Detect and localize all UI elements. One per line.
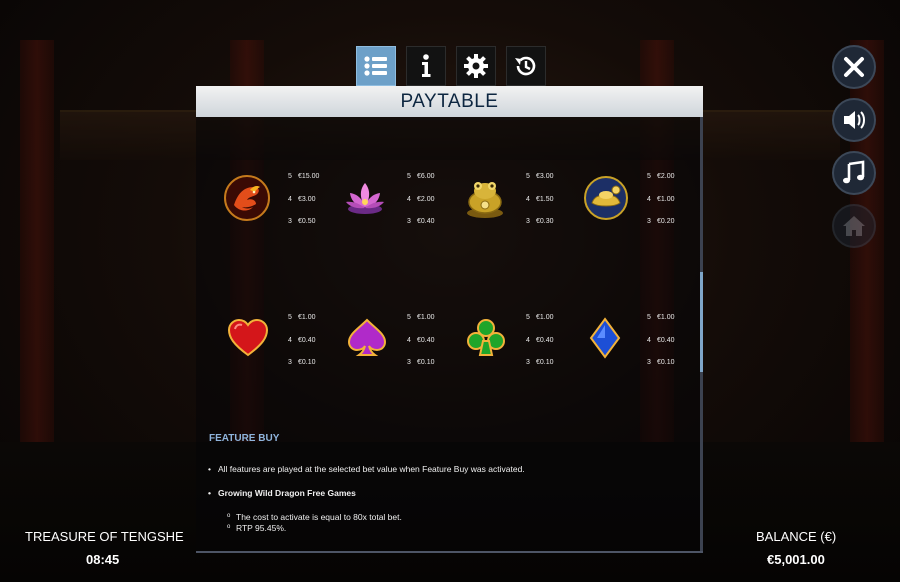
symbol-frog	[462, 175, 508, 221]
music-icon	[843, 160, 865, 184]
music-button[interactable]	[832, 151, 876, 195]
heart-icon	[227, 318, 269, 357]
symbol-gold-ingot	[583, 175, 629, 221]
history-icon	[515, 56, 536, 76]
feature-buy-sub-2: RTP 95.45%.	[227, 523, 286, 533]
balance-label: BALANCE (€)	[756, 529, 837, 544]
symbol-club	[463, 315, 509, 361]
symbol-dragon	[224, 175, 270, 221]
sound-button[interactable]	[832, 98, 876, 142]
info-icon	[422, 54, 431, 77]
dragon-icon	[224, 175, 270, 221]
symbol-spade	[344, 315, 390, 361]
close-button[interactable]	[832, 45, 876, 89]
lotus-icon	[346, 183, 384, 214]
list-icon	[364, 56, 387, 76]
tab-info[interactable]	[406, 46, 446, 86]
diamond-icon	[589, 317, 621, 359]
tab-paytable[interactable]	[356, 46, 396, 86]
club-icon	[467, 319, 505, 356]
paytable-panel: 5 €15.00 4 €3.00 3 €0.50 5 €6.00 4 €2.00 3 €0.…	[196, 117, 703, 553]
paytable-header: PAYTABLE	[196, 86, 703, 117]
gear-icon	[464, 54, 488, 78]
spade-icon	[347, 318, 387, 356]
tab-settings[interactable]	[456, 46, 496, 86]
tab-history[interactable]	[506, 46, 546, 86]
page-title: PAYTABLE	[400, 90, 499, 112]
clock: 08:45	[86, 552, 120, 567]
feature-buy-title: FEATURE BUY	[209, 433, 280, 444]
symbol-diamond	[582, 315, 628, 361]
panel-bottom-divider	[196, 551, 703, 553]
scrollbar-thumb[interactable]	[700, 272, 703, 372]
balance-value: €5,001.00	[767, 552, 825, 567]
feature-buy-line-1: All features are played at the selected …	[208, 464, 525, 474]
game-title: TREASURE OF TENGSHE	[25, 529, 184, 544]
home-button[interactable]	[832, 204, 876, 248]
symbol-heart	[225, 315, 271, 361]
gold-ingot-icon	[584, 176, 628, 220]
feature-buy-sub-1: The cost to activate is equal to 80x tot…	[227, 512, 402, 522]
paytable-tabs	[356, 46, 546, 86]
symbol-lotus	[342, 175, 388, 221]
sound-icon	[844, 111, 865, 129]
feature-buy-line-2: Growing Wild Dragon Free Games	[208, 488, 356, 498]
home-icon	[843, 216, 865, 236]
close-icon	[844, 57, 864, 77]
frog-icon	[467, 182, 503, 218]
